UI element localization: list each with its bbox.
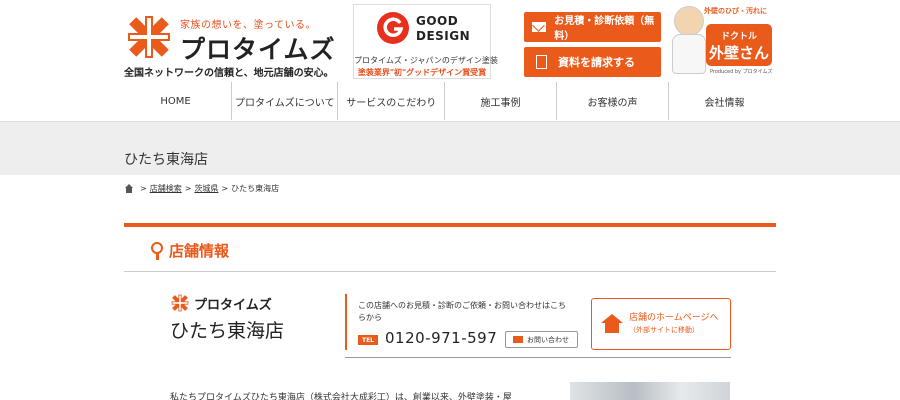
page-title: ひたち東海店 xyxy=(124,152,208,168)
good-design-title-line1: GOOD xyxy=(416,14,459,28)
nav-service[interactable]: サービスのこだわり xyxy=(337,82,443,120)
brand-name: プロタイムズ xyxy=(180,35,336,64)
nav-voice[interactable]: お客様の声 xyxy=(555,82,668,120)
mascot-badge: ドクトル 外壁さん xyxy=(706,24,772,66)
breadcrumb-separator: > xyxy=(184,184,192,193)
nav-about[interactable]: プロタイムズについて xyxy=(231,82,337,120)
breadcrumb-current: ひたち東海店 xyxy=(231,184,280,193)
section-top-rule xyxy=(124,223,776,227)
estimate-request-button[interactable]: お見積・診断依頼（無料） xyxy=(524,12,661,42)
site-logo[interactable]: 家族の想いを、塗っている。 プロタイムズ 全国ネットワークの信頼と、地元店舗の安… xyxy=(124,10,336,79)
inquiry-button[interactable]: お問い合わせ xyxy=(505,331,578,348)
inquiry-button-label: お問い合わせ xyxy=(527,335,569,344)
breadcrumb-prefecture[interactable]: 茨城県 xyxy=(194,183,218,194)
mascot-produced-by: Produced by プロタイムズ xyxy=(710,69,773,75)
store-name: ひたち東海店 xyxy=(170,320,285,342)
store-brand-logo: プロタイムズ xyxy=(170,293,272,313)
page-title-band: ひたち東海店 xyxy=(0,121,900,175)
nav-works[interactable]: 施工事例 xyxy=(443,82,556,120)
doctor-gaiheki-banner[interactable]: 外壁のひび・汚れに ドクトル 外壁さん Produced by プロタイムズ xyxy=(668,2,778,80)
tagline: 家族の想いを、塗っている。 xyxy=(180,20,316,31)
card-divider xyxy=(345,357,731,358)
home-icon[interactable] xyxy=(124,183,134,194)
mail-icon xyxy=(513,336,523,343)
estimate-request-label: お見積・診断依頼（無料） xyxy=(554,16,655,42)
brochure-request-label: 資料を請求する xyxy=(558,56,635,69)
map-pin-icon xyxy=(150,241,164,261)
good-design-title: GOOD DESIGN xyxy=(416,14,470,44)
mascot-head xyxy=(674,6,704,36)
logo-subtitle: 全国ネットワークの信頼と、地元店舗の安心。 xyxy=(124,68,334,79)
protimes-logo-icon xyxy=(128,16,170,58)
good-design-award-note: 塗装業界"初"グッドデザイン賞受賞 xyxy=(357,68,487,77)
section-heading: 店舗情報 xyxy=(150,240,229,261)
mascot-badge-main: 外壁さん xyxy=(708,44,769,62)
section-title: 店舗情報 xyxy=(169,242,230,260)
store-brand-name: プロタイムズ xyxy=(194,297,272,313)
store-description: 私たちプロタイムズひたち東海店（株式会社大成彩工）は、創業以来、外壁塗装・屋 xyxy=(170,393,512,400)
breadcrumb-store-search[interactable]: 店舗検索 xyxy=(150,183,182,194)
store-homepage-line1: 店舗のホームページへ xyxy=(629,313,719,323)
nav-company[interactable]: 会社情報 xyxy=(667,82,780,120)
contact-accent-bar xyxy=(345,294,347,350)
mascot-badge-top: ドクトル xyxy=(720,32,757,42)
document-icon xyxy=(524,55,558,69)
brochure-request-button[interactable]: 資料を請求する xyxy=(524,47,661,77)
store-homepage-line2: （外部サイトに移動） xyxy=(629,326,699,334)
breadcrumb-separator: > xyxy=(140,184,147,193)
site-header: 家族の想いを、塗っている。 プロタイムズ 全国ネットワークの信頼と、地元店舗の安… xyxy=(0,0,900,82)
store-photo xyxy=(570,382,730,400)
mascot-arc-text: 外壁のひび・汚れに xyxy=(704,7,767,15)
tel-number[interactable]: 0120-971-597 xyxy=(385,329,497,347)
protimes-logo-icon xyxy=(171,294,189,312)
section-divider xyxy=(124,271,776,272)
good-design-caption: プロタイムズ・ジャパンのデザイン塗装 xyxy=(354,56,498,65)
good-design-title-line2: DESIGN xyxy=(416,29,471,43)
house-icon xyxy=(601,314,623,334)
global-nav: HOME プロタイムズについて サービスのこだわり 施工事例 お客様の声 会社情… xyxy=(120,82,780,120)
store-homepage-button[interactable]: 店舗のホームページへ （外部サイトに移動） xyxy=(591,298,731,350)
breadcrumb: > 店舗検索 > 茨城県 > ひたち東海店 xyxy=(124,183,279,194)
good-design-award: GOOD DESIGN プロタイムズ・ジャパンのデザイン塗装 塗装業界"初"グッ… xyxy=(353,4,498,79)
good-design-g-icon xyxy=(377,12,409,44)
nav-home[interactable]: HOME xyxy=(120,82,231,120)
store-homepage-label: 店舗のホームページへ （外部サイトに移動） xyxy=(629,312,719,336)
mail-icon xyxy=(524,22,554,32)
breadcrumb-separator: > xyxy=(221,184,229,193)
inquiry-text: この店舗へのお見積・診断のご依頼・お問い合わせはこちらから xyxy=(358,301,566,322)
tel-badge: TEL xyxy=(358,335,378,345)
mascot-body xyxy=(672,34,706,74)
